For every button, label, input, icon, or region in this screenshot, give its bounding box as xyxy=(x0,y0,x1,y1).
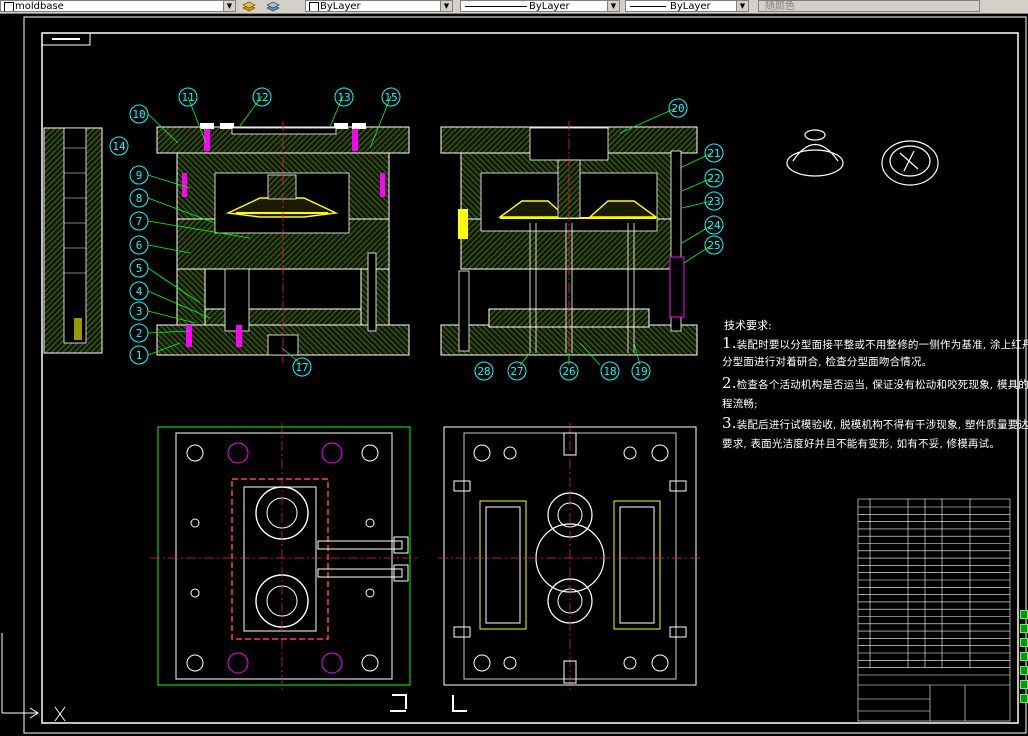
plotstyle-combo: 随颜色 xyxy=(758,0,980,12)
svg-text:24: 24 xyxy=(707,219,721,232)
part-balloon-13: 13 xyxy=(334,87,354,107)
tech-item-3-line-2: 要求, 表面光洁度好并且不能有变形, 如有不妥, 修模再试。 xyxy=(722,438,1001,450)
part-balloon-11: 11 xyxy=(178,87,198,107)
svg-text:7: 7 xyxy=(136,215,143,228)
part-balloon-15: 15 xyxy=(381,87,401,107)
svg-text:21: 21 xyxy=(707,147,720,160)
svg-text:23: 23 xyxy=(707,195,720,208)
lineweight-sample xyxy=(630,6,666,7)
svg-text:3: 3 xyxy=(136,305,143,318)
tech-item-1-line-2: 分型面进行对着研合, 检查分型面吻合情况。 xyxy=(722,356,933,368)
svg-text:25: 25 xyxy=(707,239,720,252)
svg-text:18: 18 xyxy=(603,365,616,378)
svg-text:20: 20 xyxy=(671,102,684,115)
linetype-combo[interactable]: ByLayer ▼ xyxy=(460,0,620,12)
linetype-combo-value: ByLayer xyxy=(529,1,570,12)
part-balloon-22: 22 xyxy=(704,168,724,188)
svg-text:2: 2 xyxy=(136,327,143,340)
svg-text:22: 22 xyxy=(707,172,720,185)
layer-state-icon xyxy=(4,2,14,11)
left-partial-view xyxy=(43,127,103,354)
part-balloon-14: 14 xyxy=(109,136,129,156)
color-combo-value: ByLayer xyxy=(320,1,361,12)
part-balloon-4: 4 xyxy=(129,281,149,301)
tech-item-2-line-1: 2.检查各个活动机构是否运当, 保证没有松动和咬死现象, 模具的开, 合过 xyxy=(722,374,1028,392)
part-balloon-18: 18 xyxy=(600,361,620,381)
front-section-view xyxy=(156,121,410,363)
tech-requirements-title: 技术要求: xyxy=(724,319,772,332)
tech-item-1-line-1: 1.装配时要以分型面接平整或不用整修的一侧作为基准, 涂上红丹油与另一 xyxy=(722,334,1028,352)
svg-text:10: 10 xyxy=(132,108,145,121)
part-balloon-26: 26 xyxy=(559,361,579,381)
part-balloon-2: 2 xyxy=(129,323,149,343)
part-balloon-7: 7 xyxy=(129,211,149,231)
part-balloon-1: 1 xyxy=(129,345,149,365)
ucs-icon xyxy=(1,633,66,722)
svg-text:11: 11 xyxy=(181,91,194,104)
part-balloon-24: 24 xyxy=(704,215,724,235)
svg-text:1: 1 xyxy=(136,349,143,362)
linetype-sample xyxy=(465,6,527,7)
tech-item-3-line-1: 3.装配后进行试模验收, 脱模机构不得有干涉现象, 塑件质量要达到设计 xyxy=(722,414,1028,432)
plan-view-left xyxy=(150,423,420,693)
svg-text:17: 17 xyxy=(295,361,308,374)
part-balloon-3: 3 xyxy=(129,301,149,321)
part-balloon-25: 25 xyxy=(704,235,724,255)
dropdown-arrow-icon[interactable]: ▼ xyxy=(736,1,748,11)
svg-text:5: 5 xyxy=(136,262,143,275)
layer-name: moldbase xyxy=(15,1,64,12)
tech-item-2-line-2: 程流畅; xyxy=(722,398,758,410)
svg-text:8: 8 xyxy=(136,192,143,205)
svg-text:28: 28 xyxy=(477,365,490,378)
dropdown-arrow-icon[interactable]: ▼ xyxy=(223,1,235,11)
part-balloon-23: 23 xyxy=(704,191,724,211)
part-balloon-19: 19 xyxy=(631,361,651,381)
svg-text:4: 4 xyxy=(136,285,143,298)
part-balloon-6: 6 xyxy=(129,235,149,255)
bom-table xyxy=(857,498,1011,722)
layer-previous-icon[interactable] xyxy=(242,0,256,12)
part-balloon-27: 27 xyxy=(507,361,527,381)
part-balloon-20: 20 xyxy=(668,98,688,118)
dropdown-arrow-icon[interactable]: ▼ xyxy=(440,1,452,11)
layer-combo[interactable]: moldbase ▼ xyxy=(0,0,236,12)
plotstyle-combo-value: 随颜色 xyxy=(765,1,795,12)
svg-text:15: 15 xyxy=(384,91,397,104)
properties-toolbar: moldbase ▼ ByLayer ▼ ByLayer ▼ ByLayer ▼… xyxy=(0,0,1028,14)
lineweight-combo[interactable]: ByLayer ▼ xyxy=(625,0,749,12)
part-balloon-8: 8 xyxy=(129,188,149,208)
svg-text:9: 9 xyxy=(136,169,143,182)
part-balloon-9: 9 xyxy=(129,165,149,185)
part-balloon-28: 28 xyxy=(474,361,494,381)
part-balloon-12: 12 xyxy=(252,87,272,107)
layer-manager-icon[interactable] xyxy=(266,0,280,12)
svg-text:27: 27 xyxy=(510,365,523,378)
part-balloon-17: 17 xyxy=(292,357,312,377)
svg-text:6: 6 xyxy=(136,239,143,252)
svg-text:19: 19 xyxy=(634,365,647,378)
plan-view-right xyxy=(438,423,702,693)
part-balloon-21: 21 xyxy=(704,143,724,163)
svg-text:26: 26 xyxy=(562,365,575,378)
color-swatch-icon xyxy=(309,2,319,11)
svg-text:14: 14 xyxy=(112,140,126,153)
product-sketch xyxy=(786,129,939,186)
part-balloon-10: 10 xyxy=(129,104,149,124)
color-combo[interactable]: ByLayer ▼ xyxy=(305,0,453,12)
part-balloon-5: 5 xyxy=(129,258,149,278)
lineweight-combo-value: ByLayer xyxy=(670,1,711,12)
side-section-view xyxy=(440,121,698,363)
svg-text:12: 12 xyxy=(255,91,268,104)
dropdown-arrow-icon[interactable]: ▼ xyxy=(607,1,619,11)
svg-text:13: 13 xyxy=(337,91,350,104)
